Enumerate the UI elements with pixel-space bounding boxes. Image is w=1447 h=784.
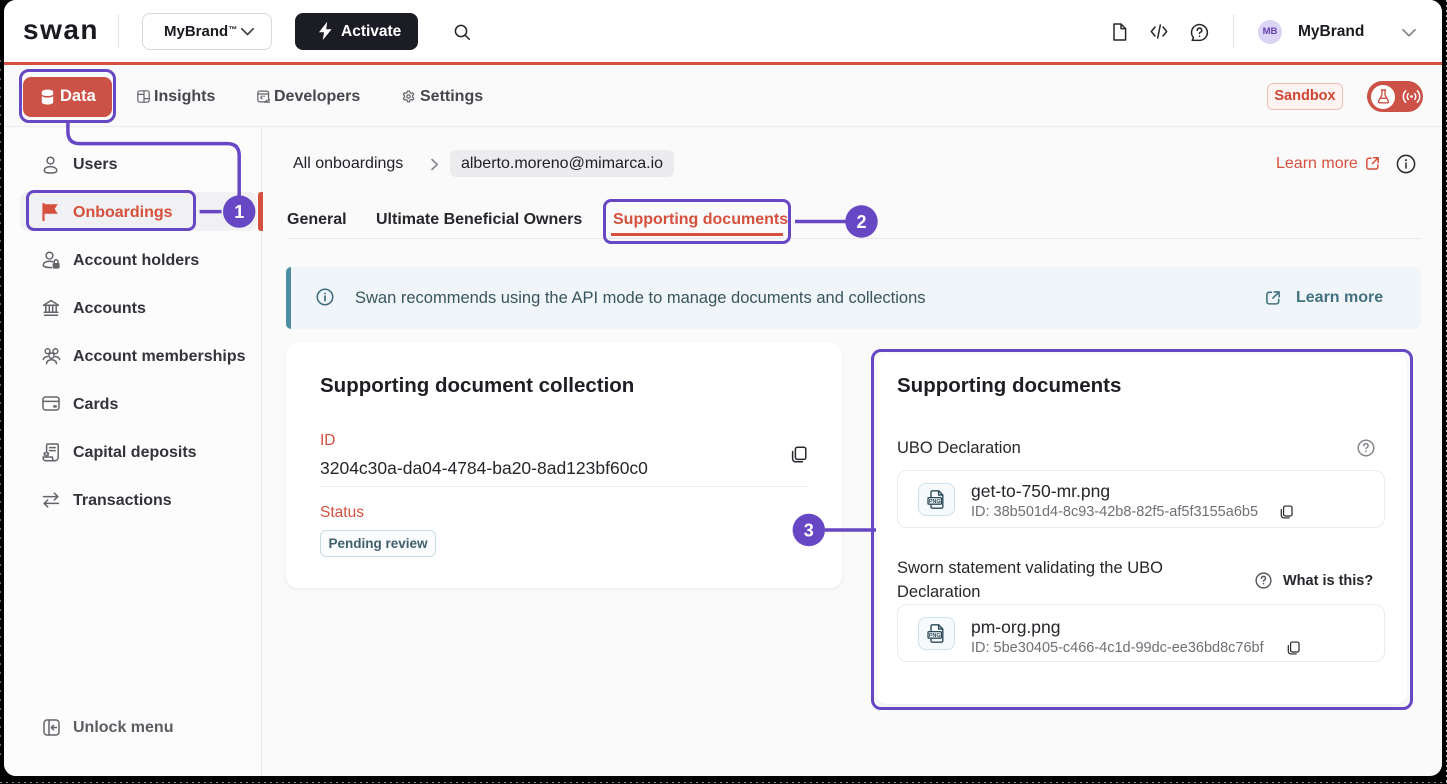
svg-text:2: 2: [856, 212, 866, 232]
svg-text:PNG: PNG: [929, 633, 941, 639]
svg-text:1: 1: [234, 202, 244, 222]
svg-text:PNG: PNG: [929, 499, 941, 505]
svg-text:3: 3: [804, 520, 814, 540]
